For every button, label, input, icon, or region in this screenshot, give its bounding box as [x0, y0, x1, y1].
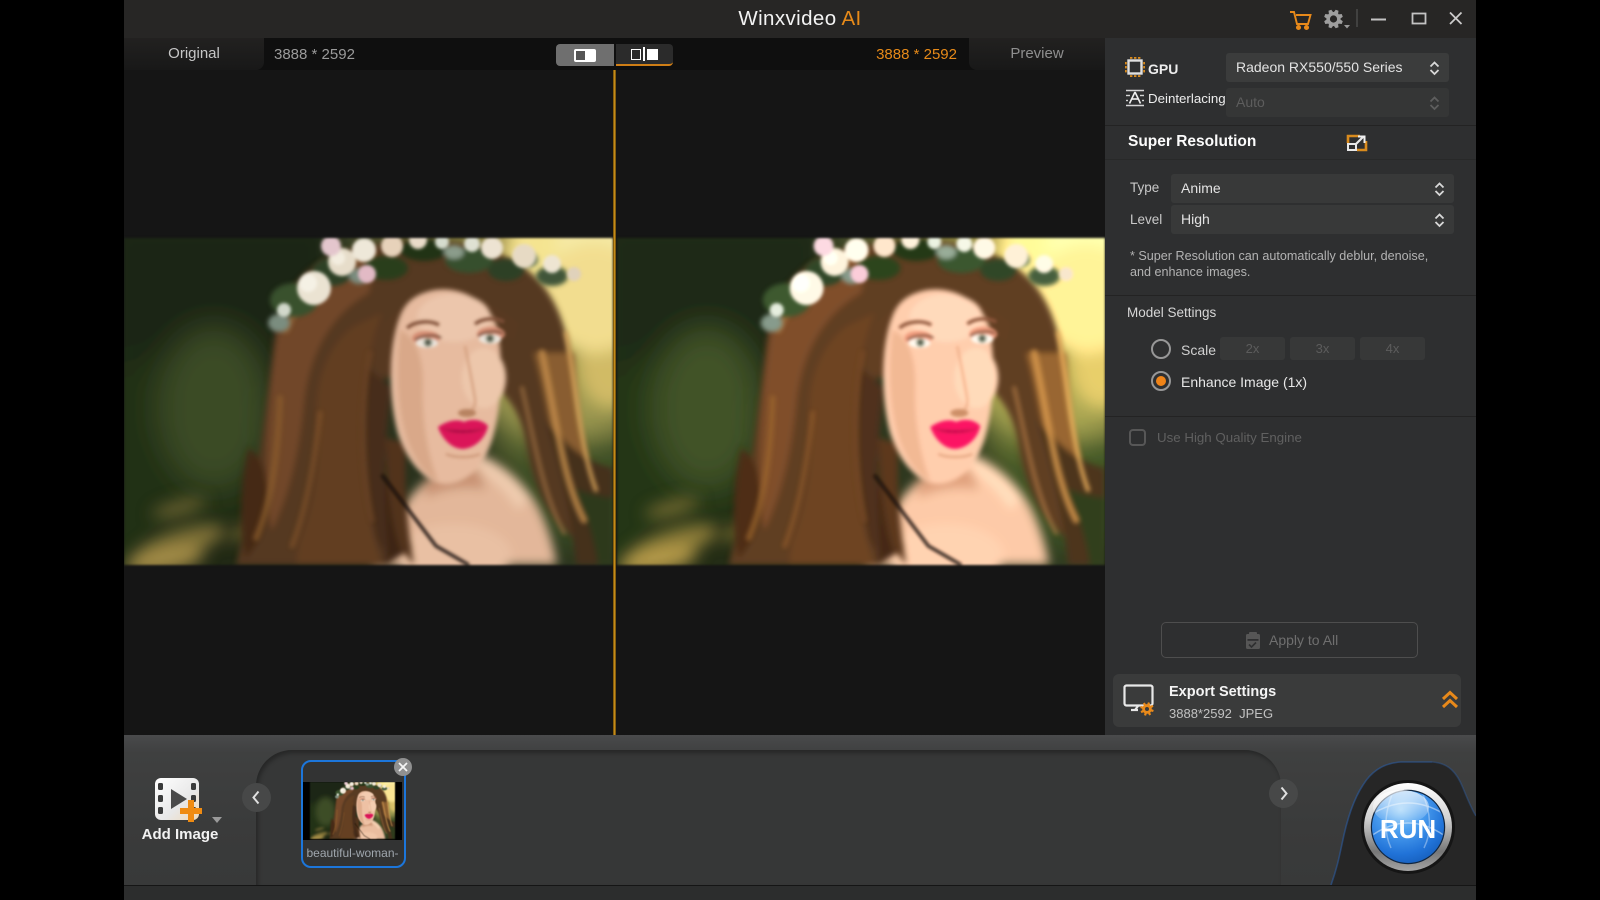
- svg-text:RUN: RUN: [1380, 814, 1436, 844]
